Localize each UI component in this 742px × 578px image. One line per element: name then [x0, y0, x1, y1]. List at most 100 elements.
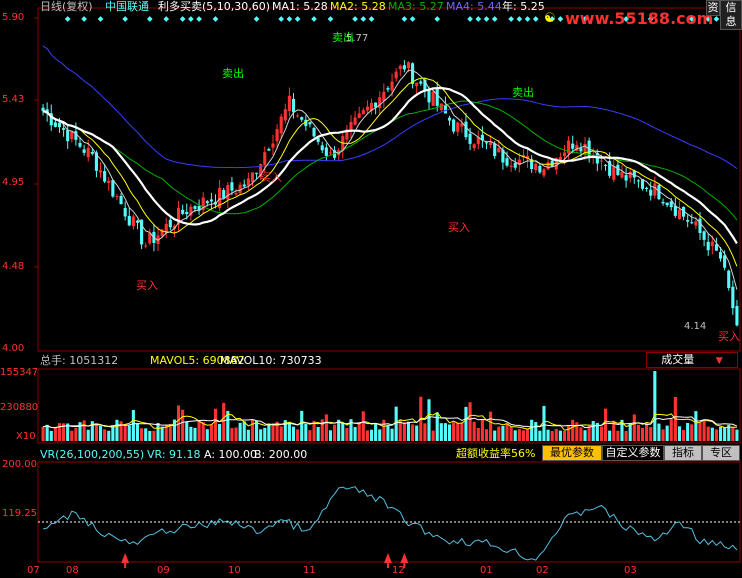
- candle-body: [320, 145, 324, 151]
- volume-bar: [316, 426, 320, 441]
- candle-body: [300, 117, 304, 120]
- signal-dot: [475, 16, 482, 22]
- candle-body: [472, 144, 476, 149]
- signal-dot: [516, 16, 523, 22]
- volume-bar: [447, 424, 452, 441]
- candle-body: [620, 171, 624, 178]
- volume-bar: [608, 430, 612, 441]
- ma60-line: [42, 45, 738, 169]
- volume-bar: [304, 423, 308, 441]
- volume-bar: [632, 414, 636, 441]
- volume-bar: [390, 428, 394, 441]
- indicator-name[interactable]: 利多买卖(5,10,30,60): [158, 0, 270, 13]
- x-tick: 07: [27, 565, 40, 576]
- candle-body: [493, 143, 497, 157]
- volume-bar: [361, 411, 365, 441]
- vr-tick-2: 119.25: [2, 508, 37, 519]
- ma5-line: [42, 69, 738, 290]
- candle-body: [365, 106, 369, 111]
- volume-bar: [107, 430, 111, 441]
- best-params-button[interactable]: 最优参数: [542, 445, 602, 461]
- signal-dot: [524, 16, 531, 22]
- volume-bar: [501, 425, 505, 441]
- excess-return-label: 超额收益率56%: [456, 447, 536, 460]
- candle-body: [267, 148, 271, 151]
- indicator-button[interactable]: 指标: [664, 445, 702, 461]
- vr-series-line: [42, 486, 738, 561]
- signal-dot: [122, 16, 128, 22]
- candle-body: [386, 88, 390, 90]
- year-line: [42, 86, 738, 245]
- candle-body: [690, 222, 694, 224]
- vr-tick-1: 200.00: [2, 459, 37, 470]
- a-value-label: A: 100.00: [204, 448, 258, 461]
- tab-info[interactable]: 信息: [720, 0, 742, 30]
- volume-bar: [587, 425, 591, 441]
- volume-bar: [669, 419, 673, 441]
- candle-body: [411, 63, 415, 84]
- candle-body: [538, 165, 542, 173]
- candle-body: [234, 192, 238, 195]
- signal-dot: [483, 16, 490, 22]
- sell-signal-label: 卖出: [512, 86, 534, 99]
- volume-bar: [464, 406, 468, 441]
- volume-bar: [378, 429, 382, 441]
- zone-button[interactable]: 专区: [702, 445, 740, 461]
- high-price-label: 5.77: [346, 33, 369, 44]
- volume-bar: [94, 425, 98, 441]
- candle-body: [677, 209, 682, 219]
- candle-body: [558, 156, 562, 160]
- volume-bar: [49, 430, 53, 441]
- signal-dot: [360, 16, 367, 22]
- indicator-selector[interactable]: 成交量 ▼: [646, 352, 738, 368]
- volume-bar: [115, 419, 119, 441]
- candle-body: [287, 95, 291, 111]
- volume-bar: [731, 427, 735, 441]
- volume-bar: [723, 427, 727, 441]
- candle-body: [723, 255, 727, 268]
- candle-body: [562, 152, 567, 157]
- candle-body: [66, 129, 70, 142]
- volume-bar: [517, 429, 521, 441]
- buy-arrow-icon: [121, 553, 130, 563]
- candle-body: [649, 189, 653, 196]
- candle-body: [209, 199, 213, 202]
- candle-body: [415, 82, 419, 87]
- candle-body: [250, 172, 255, 183]
- volume-bar: [677, 426, 682, 441]
- candle-body: [727, 270, 731, 288]
- x-tick: 03: [624, 565, 637, 576]
- candle-body: [406, 62, 411, 69]
- candle-body: [431, 91, 435, 106]
- volume-bar: [259, 429, 263, 441]
- volume-bar: [234, 427, 238, 441]
- volume-bar: [480, 420, 484, 441]
- volume-bar: [402, 422, 406, 441]
- volume-bar: [452, 422, 456, 441]
- ma3-label: MA3: 5.27: [388, 0, 444, 13]
- candle-body: [456, 122, 460, 132]
- sell-signal-label: 卖出: [222, 67, 244, 80]
- volume-bar: [571, 419, 575, 441]
- volume-bar: [103, 429, 107, 441]
- candle-body: [513, 162, 517, 168]
- candle-body: [571, 143, 575, 149]
- volume-bar: [579, 427, 583, 441]
- signal-dot: [286, 16, 293, 22]
- buy-arrow-icon: [400, 553, 409, 563]
- candle-body: [308, 122, 312, 125]
- volume-bar: [365, 430, 369, 441]
- volume-bar: [144, 428, 148, 441]
- volume-bar: [287, 421, 291, 441]
- volume-bar: [86, 429, 90, 441]
- volume-bar: [386, 425, 390, 441]
- candle-body: [579, 148, 583, 152]
- tab-funds[interactable]: 资: [706, 0, 720, 16]
- period-label[interactable]: 日线(复权): [40, 0, 93, 13]
- volume-bar: [353, 427, 357, 441]
- chart-canvas[interactable]: [0, 0, 742, 578]
- custom-params-button[interactable]: 自定义参数: [602, 445, 664, 461]
- candle-body: [98, 170, 103, 173]
- volume-bar: [209, 424, 213, 441]
- price-tick-5: 4.00: [2, 343, 25, 354]
